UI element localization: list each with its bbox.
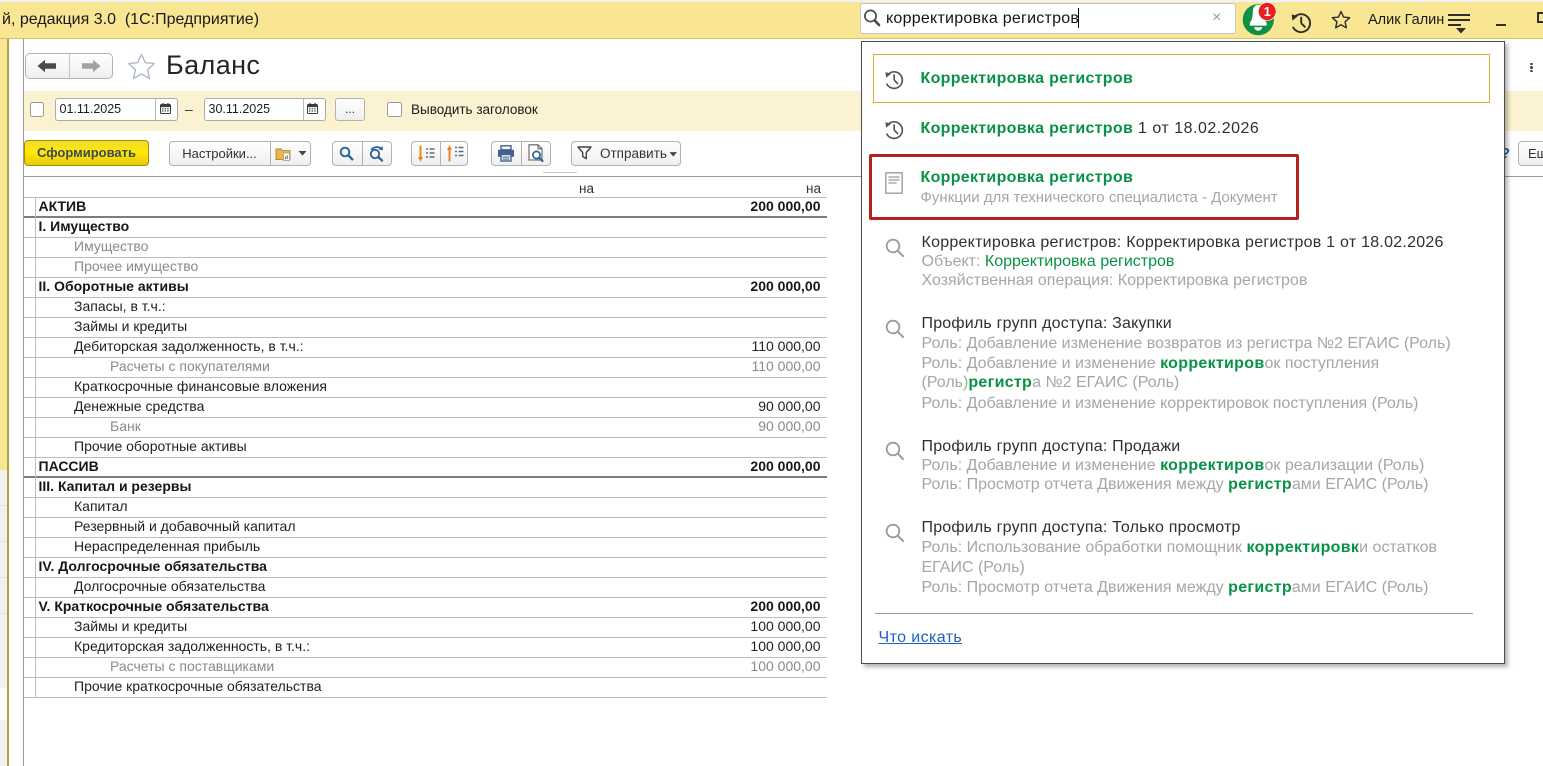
svg-text:1: 1 xyxy=(1264,5,1271,19)
